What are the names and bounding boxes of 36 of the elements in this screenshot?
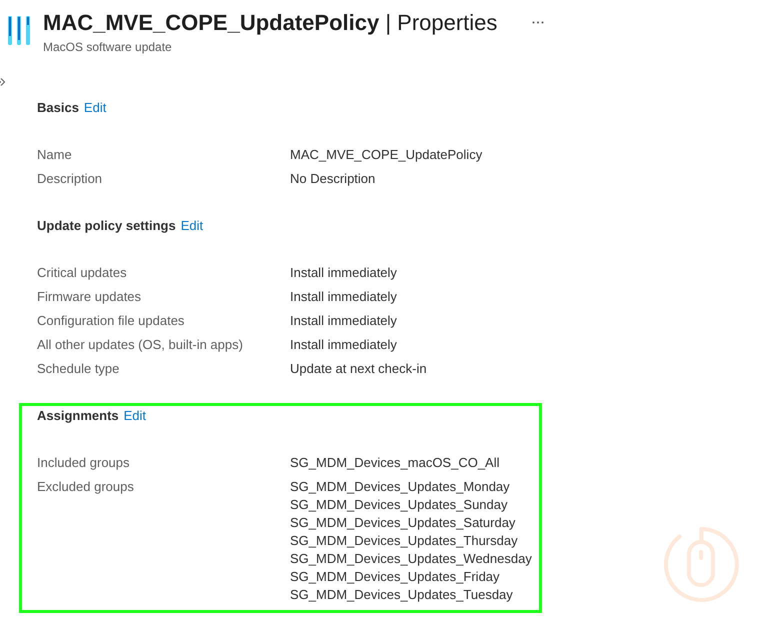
double-chevron-icon[interactable]: [0, 78, 5, 86]
field-value: SG_MDM_Devices_macOS_CO_All: [290, 454, 500, 472]
field-label: Description: [37, 170, 104, 188]
field-value: SG_MDM_Devices_Updates_Sunday: [290, 496, 508, 514]
field-value: SG_MDM_Devices_Updates_Friday: [290, 568, 500, 586]
field-value: Install immediately: [290, 312, 397, 330]
field-label: Excluded groups: [37, 478, 135, 496]
app-logo-icon: [8, 16, 31, 45]
mouse-icon: [662, 525, 741, 604]
field-value: SG_MDM_Devices_Updates_Monday: [290, 478, 510, 496]
page-title: MAC_MVE_COPE_UpdatePolicy | Properties: [43, 9, 498, 37]
field-value: SG_MDM_Devices_Updates_Saturday: [290, 514, 516, 532]
field-value: SG_MDM_Devices_Updates_Wednesday: [290, 550, 532, 568]
field-label: Configuration file updates: [37, 312, 186, 330]
edit-link[interactable]: Edit: [84, 98, 106, 118]
edit-link[interactable]: Edit: [124, 406, 146, 426]
field-value: MAC_MVE_COPE_UpdatePolicy: [290, 146, 482, 164]
field-value: Install immediately: [290, 288, 397, 306]
section-title: Basics: [37, 99, 79, 117]
page-subtitle: MacOS software update: [43, 39, 172, 55]
more-icon[interactable]: [532, 21, 544, 24]
section-title: Update policy settings: [37, 217, 176, 235]
field-label: Name: [37, 146, 73, 164]
section-title: Assignments: [37, 407, 119, 425]
field-value: Install immediately: [290, 264, 397, 282]
field-label: Firmware updates: [37, 288, 142, 306]
field-label: Critical updates: [37, 264, 128, 282]
field-label: Included groups: [37, 454, 131, 472]
field-label: Schedule type: [37, 360, 120, 378]
field-value: SG_MDM_Devices_Updates_Thursday: [290, 532, 518, 550]
field-label: All other updates (OS, built-in apps): [37, 336, 244, 354]
field-value: No Description: [290, 170, 376, 188]
field-value: Update at next check-in: [290, 360, 427, 378]
edit-link[interactable]: Edit: [180, 216, 204, 236]
field-value: Install immediately: [290, 336, 397, 354]
field-value: SG_MDM_Devices_Updates_Tuesday: [290, 586, 513, 604]
